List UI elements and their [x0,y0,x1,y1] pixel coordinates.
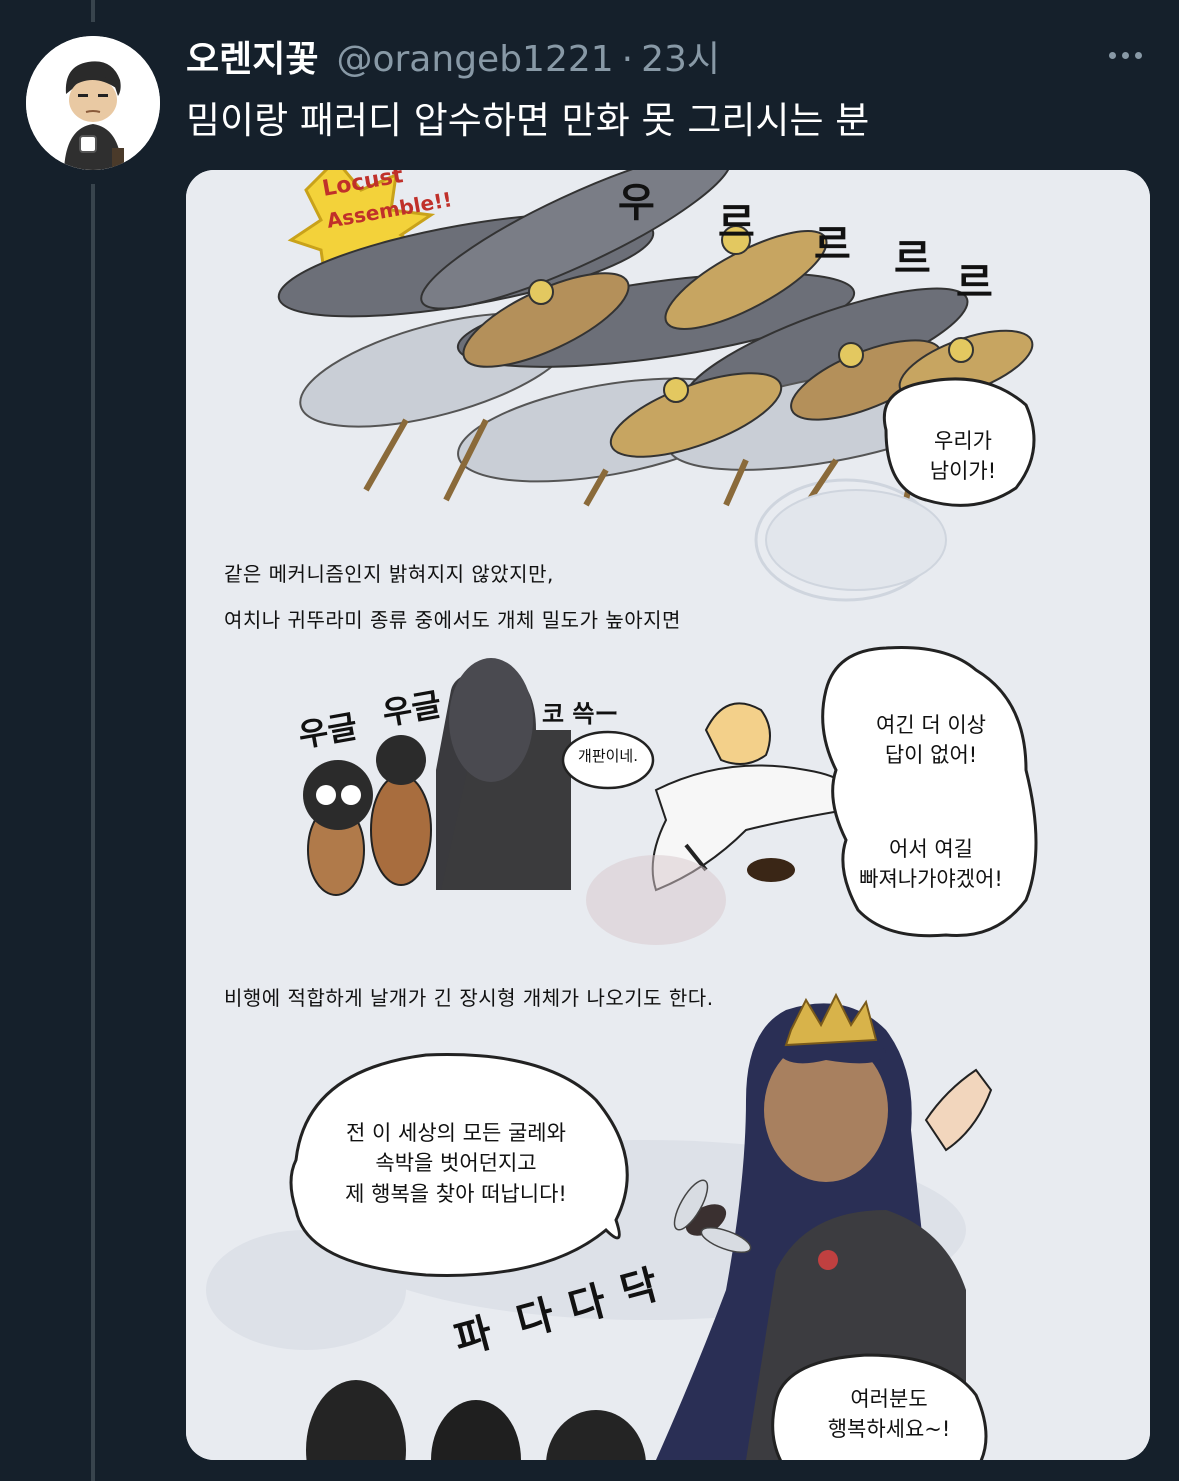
cartoon-avatar-icon [26,36,160,170]
timestamp[interactable]: 23시 [641,30,720,82]
bubble-locust: 우리가 남이가! [929,429,997,484]
display-name[interactable]: 오렌지꽃 [186,30,318,82]
thread-line-top [91,0,95,22]
user-handle[interactable]: @orangeb1221 [336,39,613,80]
sfx-top-5: 르 [956,260,993,306]
avatar[interactable] [26,36,160,170]
more-horizontal-icon [1108,51,1116,59]
tweet-text: 밈이랑 패러디 압수하면 만화 못 그리시는 분 [186,99,870,142]
bubble-bye: 여러분도 행복하세요~! [827,1387,951,1442]
separator: · [621,39,634,80]
more-options-button[interactable] [1100,40,1150,70]
comic-artwork [186,170,1150,1460]
caption-2: 여치나 귀뚜라미 종류 중에서도 개체 밀도가 높아지면 [224,608,681,632]
sfx-top-4: 르 [894,236,931,282]
tweet-media-image[interactable]: Locust Assemble!! 우 르 르 르 르 우리가 남이가! 같은 … [186,170,1150,1460]
sfx-sniff: 코 쓱ー [542,700,619,728]
bubble-escape-2: 어서 여길 빠져나가야겠어! [859,837,1003,892]
caption-3: 비행에 적합하게 날개가 긴 장시형 개체가 나오기도 한다. [224,986,714,1010]
bubble-escape-1: 여긴 더 이상 답이 없어! [876,713,986,768]
sfx-top-3: 르 [814,222,851,268]
bubble-mess: 개판이네. [578,747,638,765]
bubble-princess: 전 이 세상의 모든 굴레와 속박을 벗어던지고 제 행복을 찾아 떠납니다! [345,1121,567,1206]
caption-1: 같은 메커니즘인지 밝혀지지 않았지만, [224,562,554,586]
sfx-top-2: 르 [718,200,755,246]
sfx-top-1: 우 [618,180,655,226]
tweet-header: 오렌지꽃 @orangeb1221 · 23시 [186,30,720,80]
thread-line [91,184,95,1481]
